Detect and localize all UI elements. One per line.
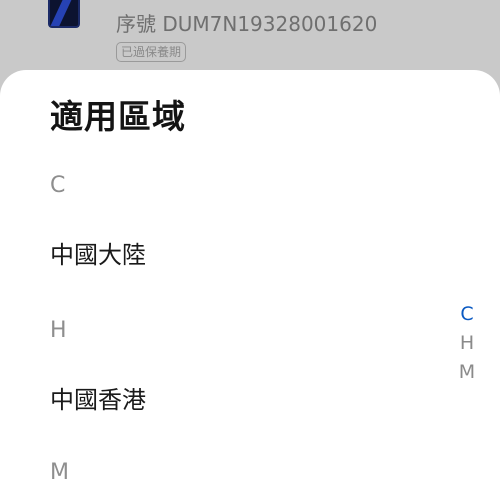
section-header-c: C [50, 173, 66, 198]
section-header-m: M [50, 460, 69, 485]
index-letter-c[interactable]: C [452, 300, 482, 329]
index-letter-h[interactable]: H [452, 329, 482, 358]
sheet-title: 適用區域 [50, 97, 186, 136]
region-bottom-sheet: 適用區域 C 中國大陸 H 中國香港 M [0, 70, 500, 500]
region-item-hong-kong[interactable]: 中國香港 [50, 380, 430, 415]
index-letter-m[interactable]: M [452, 358, 482, 387]
warranty-status-badge: 已過保養期 [116, 42, 187, 62]
device-image [48, 0, 80, 28]
device-card: 序號 DUM7N19328001620 已過保養期 [0, 0, 500, 80]
alphabet-index-bar[interactable]: C H M [452, 300, 482, 387]
region-item-mainland-china[interactable]: 中國大陸 [50, 235, 430, 270]
section-header-h: H [50, 318, 67, 343]
serial-number: 序號 DUM7N19328001620 [116, 12, 378, 36]
